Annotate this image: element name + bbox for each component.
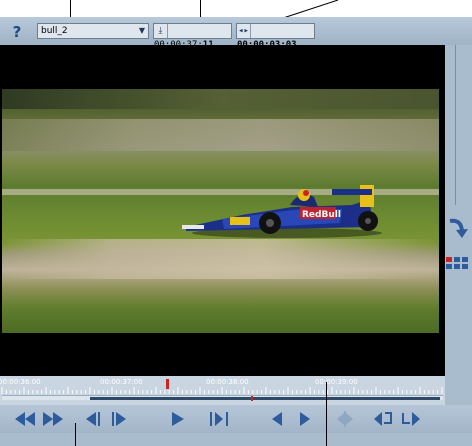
callout-line-scrubber [326,382,327,446]
step-forward-icon [112,412,126,426]
go-to-in-icon [374,412,392,426]
side-panel [445,45,472,376]
refresh-button[interactable] [447,215,469,239]
ruler-label-1: 00:00:36:00 [0,378,41,386]
race-car: RedBull [182,185,382,238]
ruler-label-2: 00:00:37:00 [100,378,143,386]
timeline-scrubber[interactable]: 00:00:36:00 00:00:37:00 00:00:38:00 00:0… [0,376,445,405]
chevron-down-icon: ▼ [138,26,145,35]
top-toolbar: ? bull_2 ▼ ⤓00:00:37:11 ◂▸00:00:03:03 [0,17,472,50]
rewind-button[interactable] [14,409,36,429]
clip-name: bull_2 [41,26,68,36]
mark-out-icon [300,412,310,426]
transport-controls [0,405,472,433]
mark-out-button[interactable] [294,409,316,429]
scrub-bar[interactable] [2,395,443,400]
duration-icon: ◂▸ [237,24,251,38]
grid-view-button[interactable] [445,255,469,269]
video-frame-image: RedBull [2,89,439,333]
help-button[interactable]: ? [6,22,28,42]
callout-line-transport [75,423,76,446]
current-timecode-field[interactable]: ⤓00:00:37:11 [153,23,232,50]
clip-select[interactable]: bull_2 ▼ [37,23,149,39]
play-button[interactable] [166,409,188,429]
grid-view-icon [446,257,468,269]
play-in-to-out-icon [210,412,228,426]
fast-forward-icon [43,412,63,426]
curved-arrow-icon [449,218,468,238]
step-back-icon [86,412,100,426]
ruler-label-4: 00:00:39:00 [315,378,358,386]
step-back-button[interactable] [82,409,104,429]
split-button[interactable] [334,409,356,429]
video-preview[interactable]: RedBull [0,45,445,376]
svg-text:RedBull: RedBull [302,210,341,220]
ruler-ticks [1,387,443,394]
ruler-label-3: 00:00:38:00 [206,378,249,386]
set-in-point-icon: ⤓ [154,24,168,38]
split-icon [337,411,353,427]
play-icon [172,412,184,426]
rewind-icon [15,412,35,426]
player-panel: ? bull_2 ▼ ⤓00:00:37:11 ◂▸00:00:03:03 [0,17,472,446]
question-mark-icon: ? [12,23,22,41]
duration-timecode-field[interactable]: ◂▸00:00:03:03 [236,23,315,50]
mark-in-icon [272,412,282,426]
go-to-in-button[interactable] [372,409,394,429]
play-in-to-out-button[interactable] [208,409,230,429]
go-to-out-icon [402,412,420,426]
scrub-bar-range [90,397,440,400]
scrub-position-marker [251,396,253,401]
go-to-out-button[interactable] [400,409,422,429]
fast-forward-button[interactable] [42,409,64,429]
mark-in-button[interactable] [266,409,288,429]
step-forward-button[interactable] [108,409,130,429]
playhead-marker[interactable] [166,379,169,389]
